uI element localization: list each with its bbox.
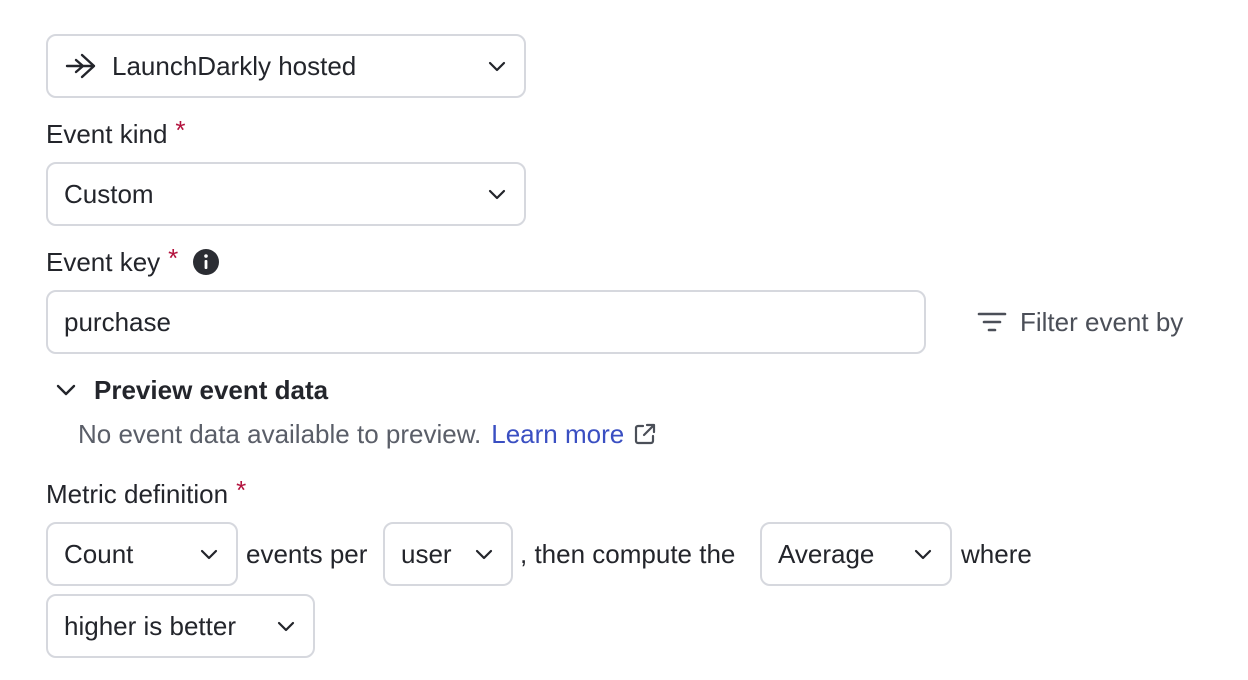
statistic-select[interactable]: Average — [760, 522, 952, 586]
filter-icon — [977, 312, 1007, 332]
unit-select[interactable]: user — [383, 522, 513, 586]
event-kind-select[interactable]: Custom — [46, 162, 526, 226]
aggregation-select[interactable]: Count — [46, 522, 238, 586]
preview-empty-message: No event data available to preview. Lear… — [78, 416, 658, 452]
info-icon[interactable] — [192, 248, 220, 276]
event-kind-label: Event kind * — [46, 114, 186, 149]
metric-definition-label: Metric definition * — [46, 474, 247, 509]
success-criteria-value: higher is better — [64, 610, 236, 641]
chevron-down-icon — [277, 621, 295, 632]
source-select[interactable]: LaunchDarkly hosted — [46, 34, 526, 98]
event-kind-value: Custom — [64, 178, 154, 209]
event-key-input[interactable] — [46, 290, 926, 354]
required-mark: * — [168, 242, 179, 273]
success-criteria-select[interactable]: higher is better — [46, 594, 315, 658]
chevron-down-icon — [488, 61, 506, 72]
source-select-value: LaunchDarkly hosted — [112, 50, 357, 81]
preview-event-data-toggle[interactable]: Preview event data — [54, 372, 328, 408]
chevron-down-icon — [475, 549, 493, 560]
unit-value: user — [401, 538, 452, 569]
then-compute-text: , then compute the — [520, 539, 736, 569]
chevron-down-icon — [488, 189, 506, 200]
chevron-down-icon — [200, 549, 218, 560]
filter-event-button[interactable]: Filter event by — [976, 304, 1183, 340]
statistic-value: Average — [778, 538, 875, 569]
chevron-down-icon — [914, 549, 932, 560]
aggregation-value: Count — [64, 538, 134, 569]
learn-more-link[interactable]: Learn more — [491, 419, 658, 450]
event-key-label: Event key * — [46, 242, 220, 280]
external-link-icon — [635, 423, 656, 445]
events-per-text: events per — [246, 539, 368, 569]
where-text: where — [961, 539, 1032, 569]
required-mark: * — [236, 474, 247, 505]
chevron-down-icon — [56, 384, 76, 396]
required-mark: * — [175, 114, 186, 145]
arrow-right-icon — [65, 53, 96, 79]
